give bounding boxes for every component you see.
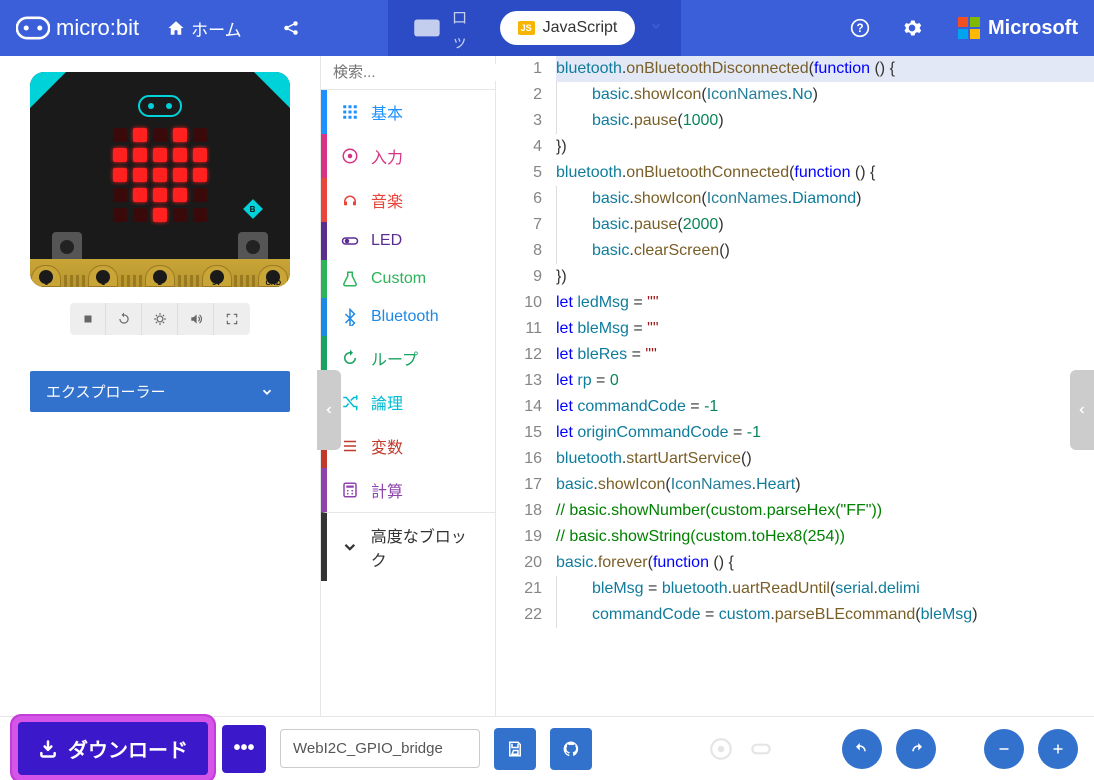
settings-button[interactable] (894, 10, 930, 46)
chevron-down-icon (649, 19, 663, 33)
line-numbers: 12345678910111213141516171819202122 (496, 56, 556, 628)
zoom-in-button[interactable] (1038, 729, 1078, 769)
stop-button[interactable] (70, 303, 106, 335)
toolbox: 基本入力音楽 LED Custom Bluetooth ループ論理変数計算 高度なブロッ… (320, 56, 496, 716)
category-label: Custom (371, 270, 426, 288)
app-header: micro:bit ホーム ブロック JS JavaScript ? Micro… (0, 0, 1094, 56)
advanced-label: 高度なブロック (371, 523, 481, 571)
explorer-label: エクスプローラー (46, 381, 166, 402)
footer: ダウンロード ••• (0, 716, 1094, 780)
blocks-icon (410, 11, 444, 45)
loop-icon (341, 349, 359, 367)
share-button[interactable] (270, 11, 312, 45)
restart-button[interactable] (106, 303, 142, 335)
logo[interactable]: micro:bit (16, 15, 139, 41)
save-button[interactable] (494, 728, 536, 770)
list-icon (341, 437, 359, 455)
chevron-down-icon (260, 385, 274, 399)
redo-button[interactable] (896, 729, 936, 769)
category-入力[interactable]: 入力 (321, 134, 495, 178)
category-label: 計算 (371, 478, 403, 502)
toggle-icon (341, 232, 359, 250)
board-face-icon (137, 94, 183, 123)
home-button[interactable]: ホーム (155, 8, 254, 49)
category-変数[interactable]: 変数 (321, 424, 495, 468)
code-editor[interactable]: 12345678910111213141516171819202122 blue… (496, 56, 1094, 716)
explorer-toggle[interactable]: エクスプローラー (30, 371, 290, 412)
collapse-right-panel[interactable] (1070, 370, 1094, 450)
undo-button[interactable] (842, 729, 882, 769)
category-label: 論理 (371, 390, 403, 414)
category-label: Bluetooth (371, 308, 439, 326)
led-matrix (113, 128, 207, 222)
headphones-icon (341, 191, 359, 209)
category-論理[interactable]: 論理 (321, 380, 495, 424)
chevron-down-icon (341, 538, 359, 556)
fullscreen-button[interactable] (214, 303, 250, 335)
category-label: 基本 (371, 100, 403, 124)
collapse-simulator[interactable] (317, 370, 341, 450)
download-more-button[interactable]: ••• (222, 725, 266, 773)
download-icon (38, 739, 58, 759)
flask-icon (341, 270, 359, 288)
target-icon (341, 147, 359, 165)
category-Custom[interactable]: Custom (321, 260, 495, 298)
category-label: LED (371, 232, 402, 250)
code-area[interactable]: bluetooth.onBluetoothDisconnected(functi… (556, 56, 1094, 628)
edge-connector: 0123VGND (30, 259, 290, 287)
logo-text: micro:bit (56, 15, 139, 41)
javascript-tab[interactable]: JS JavaScript (500, 11, 636, 45)
category-LED[interactable]: LED (321, 222, 495, 260)
connector-icon (708, 736, 734, 762)
mute-button[interactable] (178, 303, 214, 335)
calc-icon (341, 481, 359, 499)
language-dropdown[interactable] (635, 11, 677, 46)
help-button[interactable]: ? (842, 10, 878, 46)
home-label: ホーム (191, 16, 242, 41)
project-name-input[interactable] (280, 729, 480, 768)
category-label: 音楽 (371, 188, 403, 212)
js-icon: JS (518, 21, 535, 35)
simulator-panel: A B 0123VGND エクスプローラー (0, 56, 320, 716)
javascript-label: JavaScript (543, 19, 618, 37)
category-音楽[interactable]: 音楽 (321, 178, 495, 222)
microsoft-label: Microsoft (988, 17, 1078, 40)
toolbox-search[interactable] (321, 56, 495, 90)
svg-text:?: ? (856, 22, 863, 35)
grid-icon (341, 103, 359, 121)
category-label: ループ (371, 346, 418, 370)
connector-icon (748, 736, 774, 762)
category-label: 入力 (371, 144, 403, 168)
category-label: 変数 (371, 434, 403, 458)
category-基本[interactable]: 基本 (321, 90, 495, 134)
category-advanced[interactable]: 高度なブロック (321, 512, 495, 581)
simulator-controls (70, 303, 250, 335)
download-label: ダウンロード (68, 734, 188, 763)
microsoft-logo[interactable]: Microsoft (958, 17, 1078, 40)
microsoft-icon (958, 17, 980, 39)
label-b: B (243, 199, 263, 219)
category-Bluetooth[interactable]: Bluetooth (321, 298, 495, 336)
zoom-out-button[interactable] (984, 729, 1024, 769)
category-ループ[interactable]: ループ (321, 336, 495, 380)
bluetooth-icon (341, 308, 359, 326)
button-b[interactable] (238, 232, 268, 262)
github-button[interactable] (550, 728, 592, 770)
debug-button[interactable] (142, 303, 178, 335)
button-a[interactable] (52, 232, 82, 262)
category-計算[interactable]: 計算 (321, 468, 495, 512)
download-button[interactable]: ダウンロード (18, 722, 208, 775)
microbit-simulator[interactable]: A B 0123VGND (30, 72, 290, 287)
shuffle-icon (341, 393, 359, 411)
